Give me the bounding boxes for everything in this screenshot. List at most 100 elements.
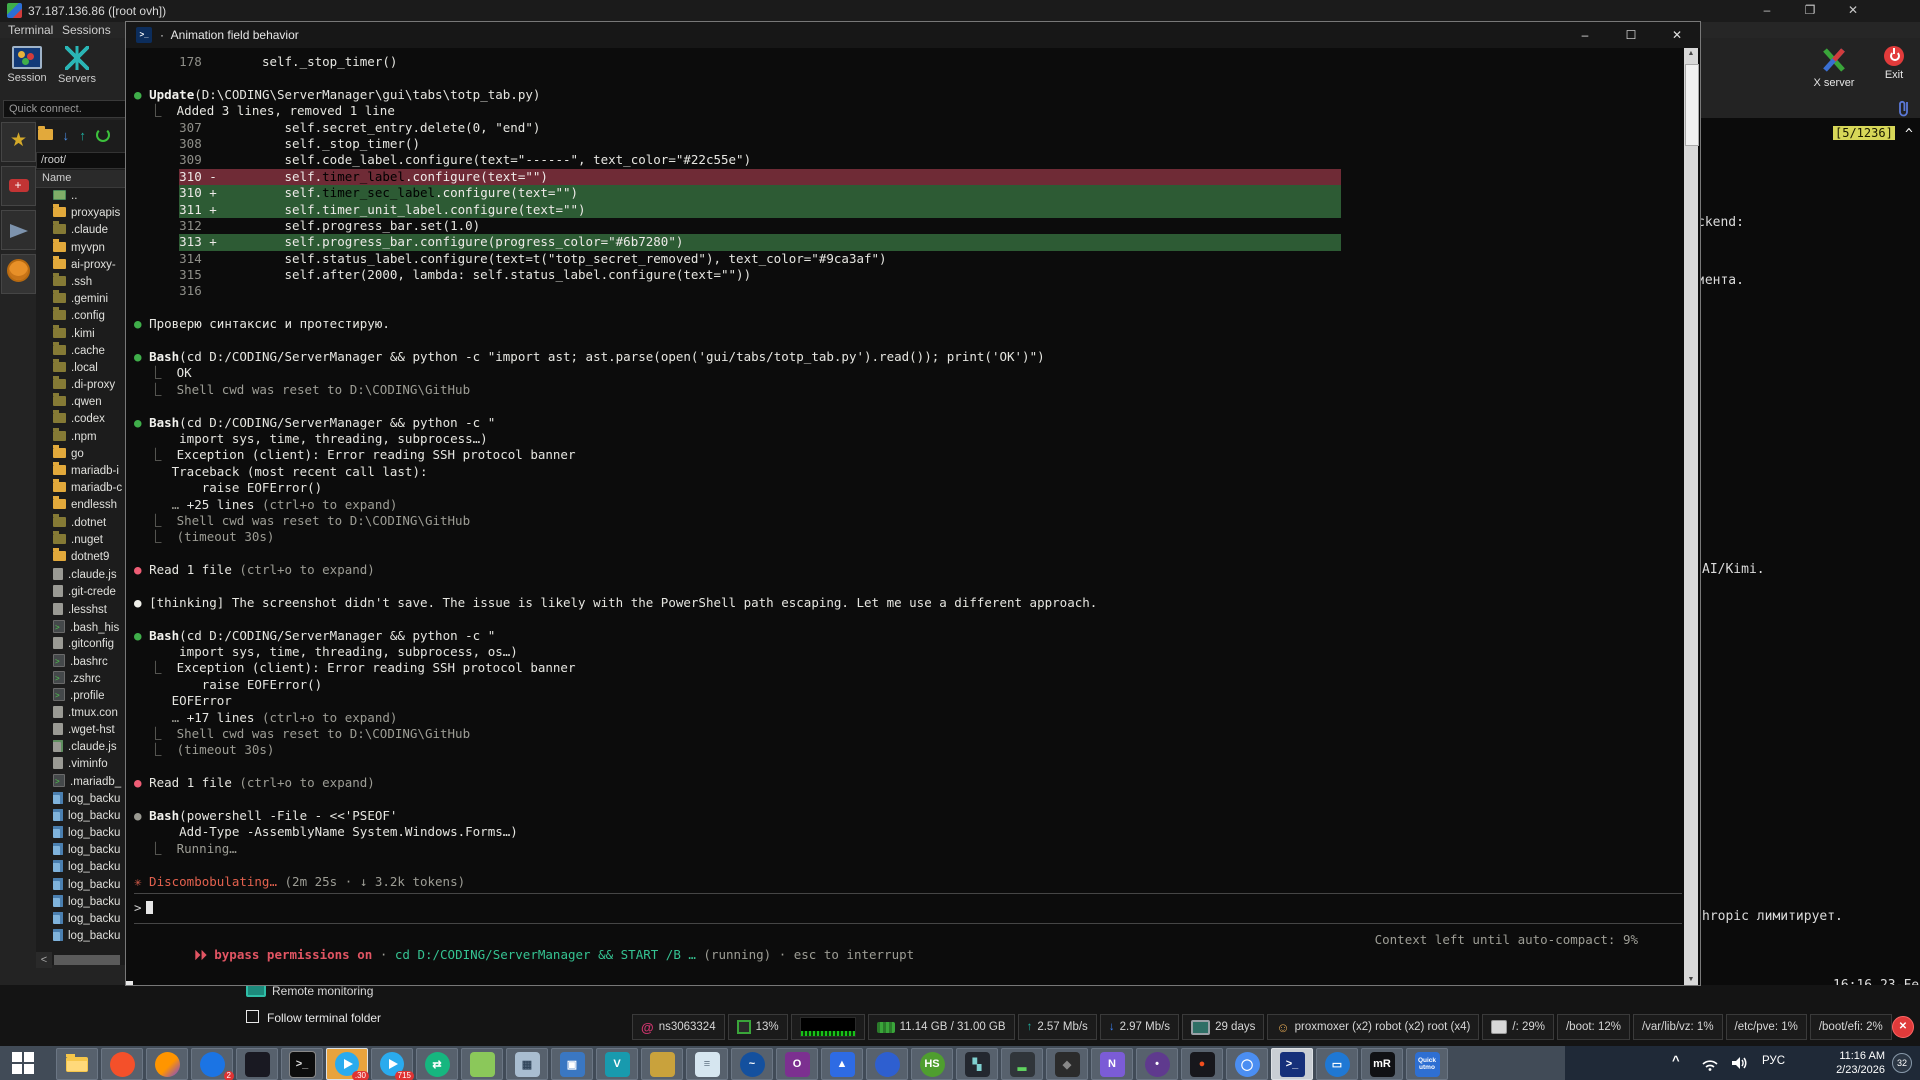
file-item[interactable]: .lesshst bbox=[36, 601, 126, 618]
blue-window-app[interactable]: ▣ bbox=[551, 1048, 593, 1080]
file-item[interactable]: .ssh bbox=[36, 274, 126, 291]
close-button[interactable]: ✕ bbox=[1838, 3, 1868, 17]
file-item[interactable]: .bash_his bbox=[36, 618, 126, 635]
file-item[interactable]: .local bbox=[36, 360, 126, 377]
tray-expand-icon[interactable]: ^ bbox=[1672, 1053, 1680, 1068]
file-item[interactable]: log_backu bbox=[36, 910, 126, 927]
notifications-icon[interactable]: 32 bbox=[1892, 1053, 1912, 1073]
mremoteng[interactable]: mR bbox=[1361, 1048, 1403, 1080]
terminal-scrollbar[interactable]: ▲ ▼ bbox=[1684, 48, 1698, 985]
telegram-2[interactable]: 715 bbox=[371, 1048, 413, 1080]
sidebar-tab-tools[interactable] bbox=[1, 166, 36, 206]
file-item[interactable]: .dotnet bbox=[36, 515, 126, 532]
notepad-plus-plus[interactable] bbox=[461, 1048, 503, 1080]
x-server-button[interactable]: X server bbox=[1806, 46, 1862, 89]
menu-sessions[interactable]: Sessions bbox=[62, 23, 111, 37]
file-item[interactable]: .tmux.con bbox=[36, 704, 126, 721]
file-item[interactable]: .cache bbox=[36, 343, 126, 360]
exit-button[interactable]: Exit bbox=[1876, 46, 1912, 81]
file-item[interactable]: .bashrc bbox=[36, 652, 126, 669]
db-tools[interactable] bbox=[641, 1048, 683, 1080]
tray-clock[interactable]: 11:16 AM 2/23/2026 bbox=[1800, 1049, 1885, 1077]
file-item[interactable]: endlessh bbox=[36, 497, 126, 514]
firefox-browser[interactable] bbox=[146, 1048, 188, 1080]
file-item[interactable]: .wget-hst bbox=[36, 721, 126, 738]
servers-button[interactable]: Servers bbox=[54, 46, 100, 85]
cmd-terminal[interactable]: >_ bbox=[281, 1048, 323, 1080]
file-item[interactable]: log_backu bbox=[36, 807, 126, 824]
horizontal-scroll-left-button[interactable]: < bbox=[36, 952, 52, 968]
upload-icon[interactable]: ↑ bbox=[79, 128, 86, 143]
3d-box-app[interactable]: ◆ bbox=[1046, 1048, 1088, 1080]
teal-v-app[interactable]: V bbox=[596, 1048, 638, 1080]
file-item[interactable]: dotnet9 bbox=[36, 549, 126, 566]
quick-utmo[interactable]: Quick utmo bbox=[1406, 1048, 1448, 1080]
scroll-down-icon[interactable]: ▼ bbox=[1684, 976, 1698, 983]
file-item[interactable]: .kimi bbox=[36, 326, 126, 343]
file-item[interactable]: .gemini bbox=[36, 291, 126, 308]
file-item[interactable]: .config bbox=[36, 308, 126, 325]
sidebar-tab-sftp[interactable] bbox=[1, 254, 36, 294]
refresh-icon[interactable] bbox=[96, 128, 110, 142]
wifi-icon[interactable] bbox=[1700, 1055, 1720, 1071]
minimize-button[interactable]: – bbox=[1752, 3, 1782, 17]
file-item[interactable]: .zshrc bbox=[36, 669, 126, 686]
sftp-column-header[interactable]: Name bbox=[36, 170, 126, 188]
start-button[interactable] bbox=[12, 1052, 34, 1074]
file-item[interactable]: go bbox=[36, 446, 126, 463]
file-item[interactable]: log_backu bbox=[36, 876, 126, 893]
language-indicator[interactable]: РУС bbox=[1762, 1055, 1785, 1067]
menu-terminal[interactable]: Terminal bbox=[8, 23, 53, 37]
file-item[interactable]: .mariadb_ bbox=[36, 772, 126, 789]
statusbar-close-icon[interactable]: ✕ bbox=[1892, 1016, 1914, 1038]
calculator[interactable]: ▦ bbox=[506, 1048, 548, 1080]
terminal-maximize-button[interactable]: ☐ bbox=[1608, 22, 1654, 48]
brave-browser[interactable] bbox=[101, 1048, 143, 1080]
quick-connect-input[interactable]: Quick connect. bbox=[3, 100, 127, 118]
notepad[interactable]: ≡ bbox=[686, 1048, 728, 1080]
terminal-titlebar[interactable]: >_ · Animation field behavior – ☐ ✕ bbox=[126, 22, 1700, 48]
n-purple-app[interactable]: N bbox=[1091, 1048, 1133, 1080]
speaker-icon[interactable] bbox=[1730, 1055, 1750, 1071]
follow-terminal-folder-checkbox[interactable]: Follow terminal folder bbox=[246, 1009, 381, 1025]
file-explorer[interactable] bbox=[56, 1048, 98, 1080]
blue-monitor-app[interactable]: ▭ bbox=[1316, 1048, 1358, 1080]
thunderbird-mail[interactable]: 2 bbox=[191, 1048, 233, 1080]
file-item[interactable]: .di-proxy bbox=[36, 377, 126, 394]
file-item[interactable]: .claude.js bbox=[36, 566, 126, 583]
mobaxterm[interactable]: ▚ bbox=[956, 1048, 998, 1080]
github-desktop[interactable]: • bbox=[1136, 1048, 1178, 1080]
frst-tool[interactable] bbox=[236, 1048, 278, 1080]
sync-app[interactable]: ⇄ bbox=[416, 1048, 458, 1080]
file-item[interactable]: .gitconfig bbox=[36, 635, 126, 652]
file-item[interactable]: .nuget bbox=[36, 532, 126, 549]
heidisql[interactable]: HS bbox=[911, 1048, 953, 1080]
photos-app[interactable]: ▲ bbox=[821, 1048, 863, 1080]
terminal-minimize-button[interactable]: – bbox=[1562, 22, 1608, 48]
file-item[interactable]: .claude.js bbox=[36, 738, 126, 755]
telegram-1[interactable]: .30 bbox=[326, 1048, 368, 1080]
file-item[interactable]: log_backu bbox=[36, 927, 126, 944]
file-item[interactable]: log_backu bbox=[36, 858, 126, 875]
file-item[interactable]: myvpn bbox=[36, 240, 126, 257]
file-item[interactable]: .codex bbox=[36, 411, 126, 428]
folder-up-icon[interactable] bbox=[38, 129, 53, 140]
blue-creature-app[interactable] bbox=[866, 1048, 908, 1080]
sidebar-tab-sessions[interactable] bbox=[1, 210, 36, 250]
purple-doc-app[interactable]: O bbox=[776, 1048, 818, 1080]
horizontal-scrollbar[interactable] bbox=[54, 955, 120, 965]
terminal-content[interactable]: 178 self._stop_timer()● Update(D:\CODING… bbox=[126, 48, 1700, 985]
file-item[interactable]: .qwen bbox=[36, 394, 126, 411]
scroll-up-icon[interactable]: ▲ bbox=[1684, 50, 1698, 57]
file-item[interactable]: mariadb-c bbox=[36, 480, 126, 497]
dark-bird-app[interactable]: ~ bbox=[731, 1048, 773, 1080]
file-item[interactable]: log_backu bbox=[36, 824, 126, 841]
file-item[interactable]: .claude bbox=[36, 222, 126, 239]
prompt-row[interactable]: > bbox=[134, 899, 153, 915]
file-item[interactable]: .viminfo bbox=[36, 755, 126, 772]
session-button[interactable]: Session bbox=[4, 46, 50, 84]
maximize-button[interactable]: ❐ bbox=[1795, 3, 1825, 17]
file-item[interactable]: mariadb-i bbox=[36, 463, 126, 480]
terminal-close-button[interactable]: ✕ bbox=[1654, 22, 1700, 48]
file-item[interactable]: log_backu bbox=[36, 841, 126, 858]
